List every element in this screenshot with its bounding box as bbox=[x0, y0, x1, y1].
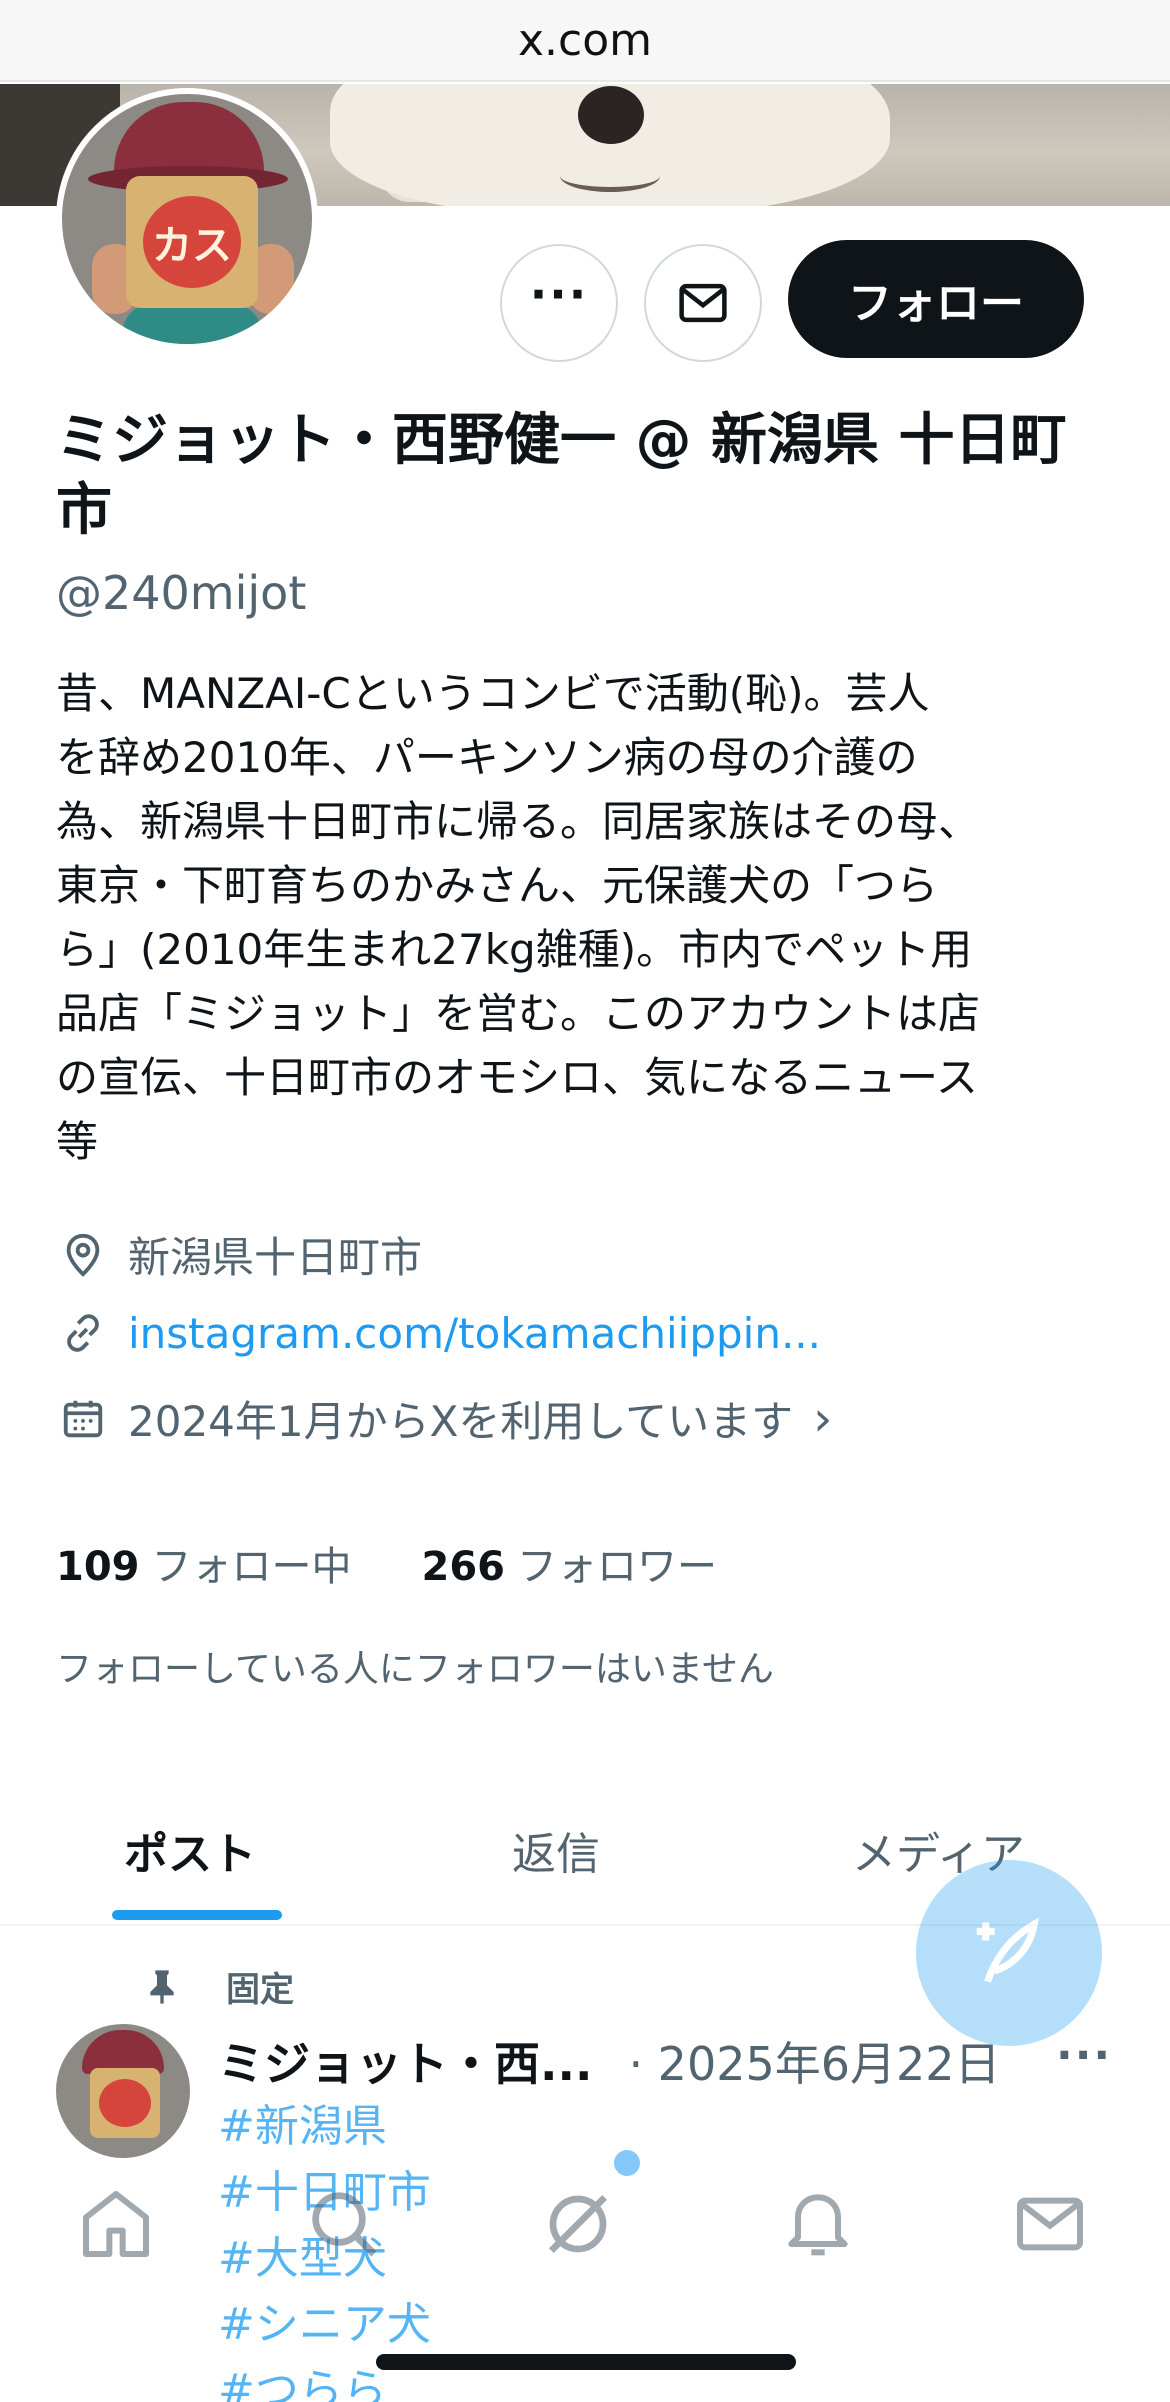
home-icon[interactable] bbox=[68, 2176, 164, 2272]
profile-bio: 昔、MANZAI-Cというコンビで活動(恥)。芸人 を辞め2010年、パーキンソ… bbox=[56, 669, 981, 1166]
compose-post-button[interactable] bbox=[916, 1860, 1102, 2046]
display-name: ミジョット・西野健一 @ 新潟県 十日町市 bbox=[56, 408, 1067, 543]
post-more-button[interactable]: ··· bbox=[1056, 2030, 1112, 2081]
url-text: x.com bbox=[518, 14, 652, 66]
hashtag-link[interactable]: #新潟県 bbox=[218, 2094, 431, 2160]
message-button[interactable] bbox=[644, 244, 762, 362]
link-icon bbox=[56, 1306, 110, 1360]
post-author-name[interactable]: ミジョット・西... bbox=[218, 2028, 592, 2094]
search-icon[interactable] bbox=[296, 2176, 392, 2272]
notifications-icon[interactable] bbox=[770, 2176, 866, 2272]
post-date[interactable]: · 2025年6月22日 bbox=[628, 2028, 1000, 2094]
calendar-icon bbox=[56, 1392, 110, 1446]
grok-badge-dot bbox=[614, 2150, 640, 2176]
pin-icon bbox=[140, 1965, 184, 2009]
follow-stats: 109 フォロー中 266 フォロワー bbox=[56, 1534, 717, 1592]
following-stat[interactable]: 109 フォロー中 bbox=[56, 1534, 352, 1592]
url-bar[interactable]: x.com bbox=[0, 0, 1170, 82]
profile-link[interactable]: instagram.com/tokamachiippin... bbox=[56, 1306, 821, 1360]
messages-icon[interactable] bbox=[1002, 2176, 1098, 2272]
more-button[interactable]: ··· bbox=[500, 244, 618, 362]
tab-replies[interactable]: 返信 bbox=[512, 1818, 600, 1882]
more-icon: ··· bbox=[529, 267, 589, 321]
pinned-indicator: 固定 bbox=[140, 1962, 294, 2011]
profile-page: x.com カス ··· フォロー ミジョット・西野健一 @ 新潟県 十日町市 … bbox=[0, 0, 1170, 2402]
profile-location: 新潟県十日町市 bbox=[56, 1224, 422, 1285]
compose-feather-icon bbox=[976, 1917, 1039, 1983]
bottom-navigation bbox=[0, 2160, 1170, 2290]
chevron-right-icon: › bbox=[813, 1390, 833, 1447]
followers-stat[interactable]: 266 フォロワー bbox=[422, 1534, 718, 1592]
user-handle: @240mijot bbox=[56, 566, 307, 620]
active-tab-indicator bbox=[112, 1910, 282, 1920]
hashtag-link[interactable]: #シニア犬 bbox=[218, 2292, 431, 2358]
follow-button[interactable]: フォロー bbox=[788, 240, 1084, 358]
post-author-avatar[interactable] bbox=[56, 2024, 190, 2158]
location-icon bbox=[56, 1228, 110, 1282]
mail-icon bbox=[679, 283, 727, 323]
profile-avatar[interactable]: カス bbox=[56, 88, 318, 350]
mutual-followers-note: フォローしている人にフォロワーはいません bbox=[56, 1649, 774, 1690]
home-indicator bbox=[376, 2354, 796, 2370]
tab-posts[interactable]: ポスト bbox=[124, 1818, 256, 1882]
post-header: ミジョット・西... · 2025年6月22日 bbox=[218, 2028, 1001, 2094]
avatar-bag-text: カス bbox=[143, 196, 241, 288]
grok-icon[interactable] bbox=[530, 2176, 626, 2272]
profile-join-date[interactable]: 2024年1月からXを利用しています › bbox=[56, 1388, 832, 1449]
